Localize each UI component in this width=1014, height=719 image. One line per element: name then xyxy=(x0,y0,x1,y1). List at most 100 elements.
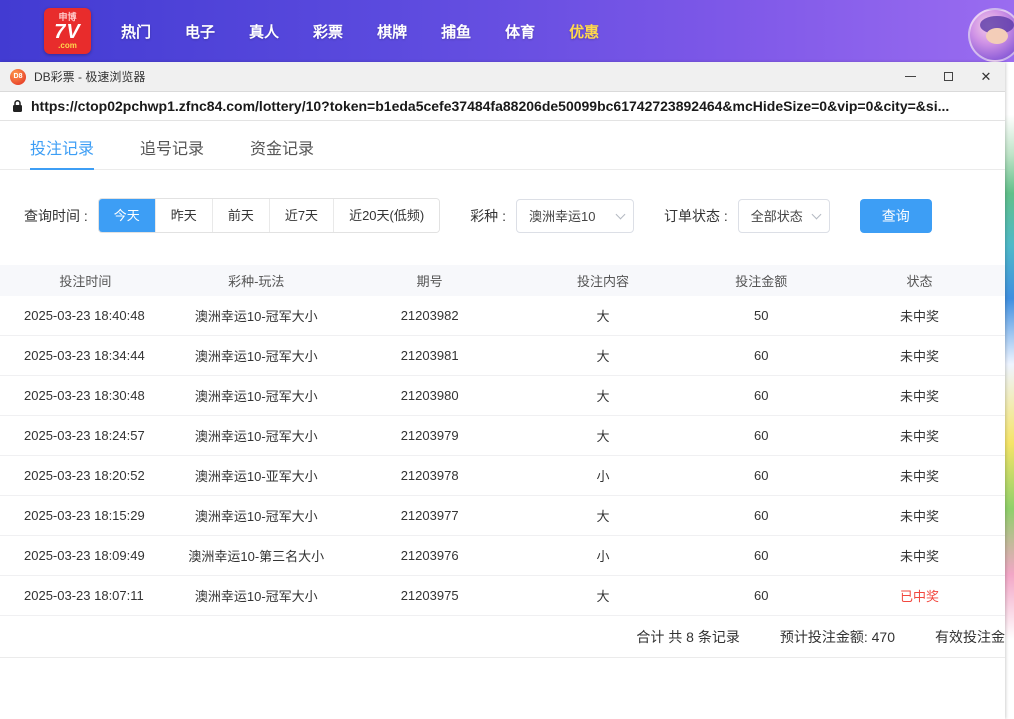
cell-issue: 21203981 xyxy=(342,348,518,363)
time-filter-group: 今天 昨天 前天 近7天 近20天(低频) xyxy=(98,198,440,233)
cell-issue: 21203977 xyxy=(342,508,518,523)
time-option-20days[interactable]: 近20天(低频) xyxy=(333,199,439,232)
cell-bet-amount: 60 xyxy=(688,428,834,443)
time-filter-label: 查询时间 : xyxy=(24,206,88,226)
nav-item-lottery[interactable]: 彩票 xyxy=(313,21,343,42)
summary-row: 合计 共 8 条记录 预计投注金额: 470 有效投注金额 xyxy=(0,616,1005,658)
site-favicon-icon: D8 xyxy=(10,69,26,85)
order-status-value: 全部状态 xyxy=(751,206,803,225)
cell-status: 已中奖 xyxy=(834,586,1005,605)
table-row: 2025-03-23 18:07:11 澳洲幸运10-冠军大小 21203975… xyxy=(0,576,1005,616)
maximize-button[interactable] xyxy=(929,62,967,91)
time-option-7days[interactable]: 近7天 xyxy=(269,199,333,232)
cell-status: 未中奖 xyxy=(834,466,1005,485)
tab-fund-records[interactable]: 资金记录 xyxy=(250,121,314,170)
address-bar[interactable]: https://ctop02pchwp1.zfnc84.com/lottery/… xyxy=(0,92,1005,121)
cell-bet-amount: 60 xyxy=(688,548,834,563)
nav-item-live[interactable]: 真人 xyxy=(249,21,279,42)
cell-bet-time: 2025-03-23 18:09:49 xyxy=(0,548,171,563)
site-nav: 热门 电子 真人 彩票 棋牌 捕鱼 体育 优惠 xyxy=(121,21,599,42)
cell-bet-amount: 60 xyxy=(688,348,834,363)
chevron-down-icon xyxy=(811,209,821,219)
nav-item-hot[interactable]: 热门 xyxy=(121,21,151,42)
table-header: 投注时间 彩种-玩法 期号 投注内容 投注金额 状态 xyxy=(0,265,1005,296)
lottery-select-value: 澳洲幸运10 xyxy=(529,206,595,225)
cell-status: 未中奖 xyxy=(834,306,1005,325)
cell-bet-amount: 60 xyxy=(688,588,834,603)
close-button[interactable]: ✕ xyxy=(967,62,1005,91)
header-bet-content: 投注内容 xyxy=(518,271,689,290)
cell-issue: 21203976 xyxy=(342,548,518,563)
cell-bet-amount: 60 xyxy=(688,468,834,483)
cell-bet-content: 大 xyxy=(518,306,689,325)
cell-game-play: 澳洲幸运10-冠军大小 xyxy=(171,306,342,325)
cell-bet-amount: 50 xyxy=(688,308,834,323)
page-content: 投注记录 追号记录 资金记录 查询时间 : 今天 昨天 前天 近7天 近20天(… xyxy=(0,121,1005,719)
cell-issue: 21203975 xyxy=(342,588,518,603)
tab-bet-records[interactable]: 投注记录 xyxy=(30,121,94,170)
nav-item-chess[interactable]: 棋牌 xyxy=(377,21,407,42)
table-body: 2025-03-23 18:40:48 澳洲幸运10-冠军大小 21203982… xyxy=(0,296,1005,616)
cell-bet-content: 大 xyxy=(518,346,689,365)
filter-row: 查询时间 : 今天 昨天 前天 近7天 近20天(低频) 彩种 : 澳洲幸运10… xyxy=(24,198,1005,233)
nav-item-electronic[interactable]: 电子 xyxy=(185,21,215,42)
lottery-select[interactable]: 澳洲幸运10 xyxy=(516,199,634,233)
cell-bet-time: 2025-03-23 18:07:11 xyxy=(0,588,171,603)
nav-item-sports[interactable]: 体育 xyxy=(505,21,535,42)
tab-chase-records[interactable]: 追号记录 xyxy=(140,121,204,170)
minimize-button[interactable] xyxy=(891,62,929,91)
cell-bet-time: 2025-03-23 18:30:48 xyxy=(0,388,171,403)
lottery-filter-label: 彩种 : xyxy=(470,206,506,226)
site-logo[interactable]: 申博 7V .com xyxy=(44,8,91,54)
site-topbar: 申博 7V .com 热门 电子 真人 彩票 棋牌 捕鱼 体育 优惠 xyxy=(0,0,1014,62)
cell-issue: 21203982 xyxy=(342,308,518,323)
summary-expected-amount: 预计投注金额: 470 xyxy=(780,627,895,647)
cell-issue: 21203978 xyxy=(342,468,518,483)
cell-bet-amount: 60 xyxy=(688,388,834,403)
cell-status: 未中奖 xyxy=(834,426,1005,445)
cell-bet-content: 大 xyxy=(518,386,689,405)
cell-bet-content: 大 xyxy=(518,506,689,525)
cell-bet-content: 大 xyxy=(518,426,689,445)
time-option-day-before[interactable]: 前天 xyxy=(212,199,269,232)
cell-game-play: 澳洲幸运10-冠军大小 xyxy=(171,586,342,605)
cell-issue: 21203980 xyxy=(342,388,518,403)
chevron-down-icon xyxy=(616,209,626,219)
nav-item-promo[interactable]: 优惠 xyxy=(569,21,599,42)
summary-total: 合计 共 8 条记录 xyxy=(636,627,739,647)
cell-bet-time: 2025-03-23 18:24:57 xyxy=(0,428,171,443)
minimize-icon xyxy=(905,76,916,77)
table-row: 2025-03-23 18:24:57 澳洲幸运10-冠军大小 21203979… xyxy=(0,416,1005,456)
url-text[interactable]: https://ctop02pchwp1.zfnc84.com/lottery/… xyxy=(31,98,949,114)
screen: 申博 7V .com 热门 电子 真人 彩票 棋牌 捕鱼 体育 优惠 D8 DB… xyxy=(0,0,1014,719)
window-controls: ✕ xyxy=(891,62,1005,91)
table-row: 2025-03-23 18:30:48 澳洲幸运10-冠军大小 21203980… xyxy=(0,376,1005,416)
cell-bet-amount: 60 xyxy=(688,508,834,523)
nav-item-fishing[interactable]: 捕鱼 xyxy=(441,21,471,42)
time-option-today[interactable]: 今天 xyxy=(99,199,155,232)
cell-game-play: 澳洲幸运10-第三名大小 xyxy=(171,546,342,565)
logo-main-text: 7V xyxy=(54,22,80,42)
cell-bet-time: 2025-03-23 18:20:52 xyxy=(0,468,171,483)
header-bet-amount: 投注金额 xyxy=(688,271,834,290)
browser-window: D8 DB彩票 - 极速浏览器 ✕ https://ctop02pchwp1.z… xyxy=(0,62,1005,719)
cell-issue: 21203979 xyxy=(342,428,518,443)
time-option-yesterday[interactable]: 昨天 xyxy=(155,199,212,232)
maximize-icon xyxy=(944,72,953,81)
user-avatar[interactable] xyxy=(968,8,1014,62)
cell-bet-time: 2025-03-23 18:40:48 xyxy=(0,308,171,323)
cell-status: 未中奖 xyxy=(834,386,1005,405)
cell-status: 未中奖 xyxy=(834,546,1005,565)
header-issue: 期号 xyxy=(342,271,518,290)
order-status-select[interactable]: 全部状态 xyxy=(738,199,830,233)
header-game-play: 彩种-玩法 xyxy=(171,271,342,290)
browser-titlebar[interactable]: D8 DB彩票 - 极速浏览器 ✕ xyxy=(0,62,1005,92)
table-row: 2025-03-23 18:40:48 澳洲幸运10-冠军大小 21203982… xyxy=(0,296,1005,336)
table-row: 2025-03-23 18:34:44 澳洲幸运10-冠军大小 21203981… xyxy=(0,336,1005,376)
status-filter-label: 订单状态 : xyxy=(664,206,728,226)
record-tabs: 投注记录 追号记录 资金记录 xyxy=(0,121,1005,170)
cell-status: 未中奖 xyxy=(834,506,1005,525)
search-button[interactable]: 查询 xyxy=(860,199,932,233)
cell-game-play: 澳洲幸运10-冠军大小 xyxy=(171,426,342,445)
cell-status: 未中奖 xyxy=(834,346,1005,365)
